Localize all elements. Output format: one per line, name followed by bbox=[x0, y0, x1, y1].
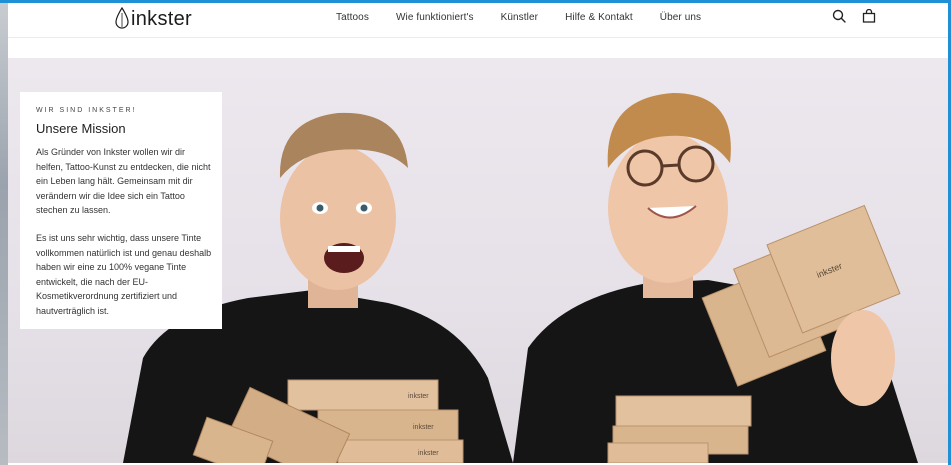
logo[interactable]: inkster bbox=[115, 5, 192, 33]
window-left-edge bbox=[0, 0, 8, 465]
search-icon[interactable] bbox=[832, 9, 846, 28]
svg-text:inkster: inkster bbox=[413, 424, 434, 431]
mission-paragraph-1: Als Gründer von Inkster wollen wir dir h… bbox=[36, 147, 211, 215]
svg-text:inkster: inkster bbox=[418, 450, 439, 457]
nav-help-contact[interactable]: Hilfe & Kontakt bbox=[565, 11, 633, 25]
header-actions bbox=[816, 8, 876, 28]
nav-about-us[interactable]: Über uns bbox=[660, 11, 701, 25]
mission-eyebrow: WIR SIND INKSTER! bbox=[36, 107, 137, 114]
mission-title: Unsere Mission bbox=[36, 121, 126, 136]
mission-card: WIR SIND INKSTER! Unsere Mission Als Grü… bbox=[20, 92, 222, 329]
main-nav: Tattoos Wie funktioniert's Künstler Hilf… bbox=[336, 11, 728, 25]
svg-text:inkster: inkster bbox=[408, 393, 429, 400]
hero-banner: inkster inkster inkster inkster WIR SIND… bbox=[8, 58, 948, 463]
nav-how-it-works[interactable]: Wie funktioniert's bbox=[396, 11, 474, 25]
mission-paragraph-2: Es ist uns sehr wichtig, dass unsere Tin… bbox=[36, 233, 212, 316]
header-spacer bbox=[8, 38, 948, 58]
box-stack-right bbox=[607, 395, 752, 463]
logo-text: inkster bbox=[131, 7, 193, 30]
right-hand bbox=[831, 310, 895, 406]
nav-artists[interactable]: Künstler bbox=[501, 11, 539, 25]
cart-icon[interactable] bbox=[862, 8, 876, 28]
nav-tattoos[interactable]: Tattoos bbox=[336, 11, 369, 25]
site-header: inkster Tattoos Wie funktioniert's Künst… bbox=[8, 3, 948, 38]
ink-drop-icon bbox=[115, 7, 129, 29]
